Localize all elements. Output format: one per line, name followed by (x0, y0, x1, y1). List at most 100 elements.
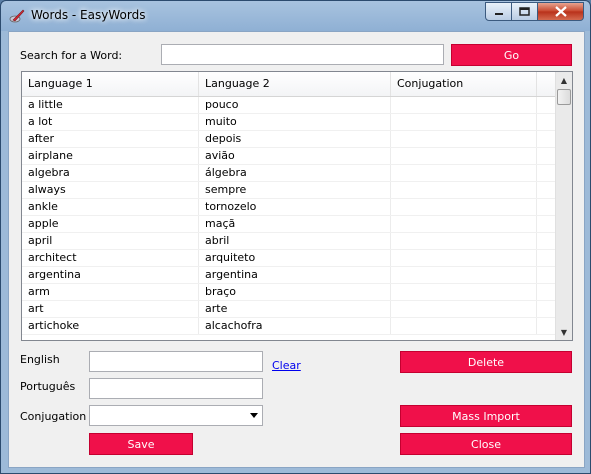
maximize-icon (519, 7, 530, 16)
conjugation-label: Conjugation (20, 410, 87, 423)
client-area: Search for a Word: Go Language 1 Languag… (8, 31, 585, 468)
cell-conjugation (391, 250, 537, 266)
cell-language-2: tornozelo (199, 199, 391, 215)
search-label: Search for a Word: (20, 49, 123, 62)
cell-language-1: art (22, 301, 199, 317)
cell-conjugation (391, 148, 537, 164)
mass-import-button[interactable]: Mass Import (400, 405, 572, 427)
table-row[interactable]: ankle tornozelo (22, 199, 556, 216)
app-window: Words - EasyWords Search for a Word: Go … (0, 0, 591, 474)
cell-conjugation (391, 301, 537, 317)
vertical-scrollbar[interactable]: ▲ ▼ (555, 72, 572, 340)
english-field[interactable] (89, 351, 263, 372)
title-bar[interactable]: Words - EasyWords (1, 1, 590, 31)
cell-language-1: a little (22, 97, 199, 113)
cell-filler (537, 97, 556, 113)
delete-button[interactable]: Delete (400, 351, 572, 373)
scroll-thumb[interactable] (557, 89, 571, 105)
go-button[interactable]: Go (451, 44, 572, 66)
table-row[interactable]: a lot muito (22, 114, 556, 131)
cell-language-2: argentina (199, 267, 391, 283)
cell-conjugation (391, 114, 537, 130)
cell-language-1: always (22, 182, 199, 198)
cell-language-2: pouco (199, 97, 391, 113)
portugues-label: Português (20, 380, 76, 393)
clear-link[interactable]: Clear (272, 359, 301, 372)
minimize-button[interactable] (485, 2, 512, 21)
close-icon (554, 6, 567, 17)
cell-language-2: avião (199, 148, 391, 164)
cell-filler (537, 199, 556, 215)
table-row[interactable]: algebra álgebra (22, 165, 556, 182)
cell-language-1: after (22, 131, 199, 147)
cell-filler (537, 284, 556, 300)
cell-conjugation (391, 131, 537, 147)
english-label: English (20, 353, 60, 366)
scroll-down-icon[interactable]: ▼ (556, 324, 572, 340)
close-window-button[interactable] (538, 2, 584, 21)
cell-conjugation (391, 318, 537, 334)
chevron-down-icon (250, 413, 258, 418)
window-title: Words - EasyWords (31, 8, 146, 22)
close-button[interactable]: Close (400, 433, 572, 455)
column-header-language-1[interactable]: Language 1 (22, 72, 199, 96)
words-table[interactable]: Language 1 Language 2 Conjugation a litt… (21, 71, 573, 341)
cell-filler (537, 250, 556, 266)
table-row[interactable]: arm braço (22, 284, 556, 301)
column-header-conjugation[interactable]: Conjugation (391, 72, 537, 96)
table-row[interactable]: always sempre (22, 182, 556, 199)
cell-language-1: a lot (22, 114, 199, 130)
maximize-button[interactable] (512, 2, 538, 21)
cell-language-2: abril (199, 233, 391, 249)
cell-conjugation (391, 97, 537, 113)
minimize-icon (494, 12, 503, 15)
cell-filler (537, 165, 556, 181)
table-row[interactable]: apple maçã (22, 216, 556, 233)
cell-language-2: sempre (199, 182, 391, 198)
cell-language-1: architect (22, 250, 199, 266)
cell-filler (537, 148, 556, 164)
table-row[interactable]: artichoke alcachofra (22, 318, 556, 335)
cell-language-1: airplane (22, 148, 199, 164)
cell-language-1: ankle (22, 199, 199, 215)
cell-conjugation (391, 199, 537, 215)
cell-filler (537, 114, 556, 130)
table-row[interactable]: a little pouco (22, 97, 556, 114)
table-row[interactable]: art arte (22, 301, 556, 318)
table-row[interactable]: airplane avião (22, 148, 556, 165)
cell-language-2: maçã (199, 216, 391, 232)
cell-language-2: arte (199, 301, 391, 317)
table-header: Language 1 Language 2 Conjugation (22, 72, 556, 97)
cell-conjugation (391, 284, 537, 300)
cell-conjugation (391, 165, 537, 181)
cell-language-2: depois (199, 131, 391, 147)
column-header-filler (537, 72, 556, 96)
table-row[interactable]: architect arquiteto (22, 250, 556, 267)
cell-language-2: alcachofra (199, 318, 391, 334)
scroll-up-icon[interactable]: ▲ (556, 72, 572, 88)
cell-language-1: april (22, 233, 199, 249)
cell-language-1: artichoke (22, 318, 199, 334)
app-quill-icon (9, 9, 25, 23)
cell-conjugation (391, 182, 537, 198)
cell-language-2: braço (199, 284, 391, 300)
cell-filler (537, 182, 556, 198)
cell-conjugation (391, 267, 537, 283)
table-row[interactable]: argentina argentina (22, 267, 556, 284)
table-row[interactable]: april abril (22, 233, 556, 250)
table-row[interactable]: after depois (22, 131, 556, 148)
table-body: a little pouco a lot muito after depois airpla… (22, 97, 556, 335)
cell-filler (537, 216, 556, 232)
save-button[interactable]: Save (89, 433, 193, 455)
cell-language-1: argentina (22, 267, 199, 283)
cell-filler (537, 318, 556, 334)
cell-conjugation (391, 216, 537, 232)
search-input[interactable] (161, 44, 444, 65)
cell-filler (537, 267, 556, 283)
column-header-language-2[interactable]: Language 2 (199, 72, 391, 96)
cell-filler (537, 233, 556, 249)
cell-language-2: álgebra (199, 165, 391, 181)
cell-conjugation (391, 233, 537, 249)
conjugation-select[interactable] (89, 405, 263, 426)
portugues-field[interactable] (89, 378, 263, 399)
